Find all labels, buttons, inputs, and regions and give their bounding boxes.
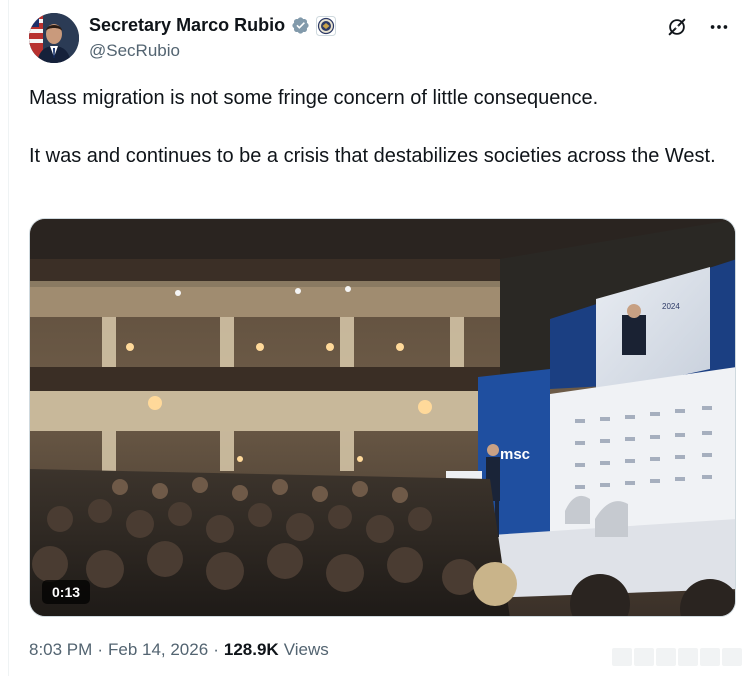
avatar-photo	[29, 13, 79, 63]
verified-badge-icon[interactable]	[291, 16, 310, 35]
author-name-row: Secretary Marco Rubio	[89, 15, 337, 36]
scrollbar-strip	[612, 648, 742, 666]
tweet-paragraph-2: It was and continues to be a crisis that…	[29, 145, 716, 167]
strip-segment	[678, 648, 698, 666]
tweet-paragraph-1: Mass migration is not some fringe concer…	[29, 87, 599, 109]
tweet-top-actions	[664, 14, 732, 40]
strip-segment	[634, 648, 654, 666]
author-avatar[interactable]	[29, 13, 79, 63]
video-thumbnail: msc 2024	[30, 219, 735, 616]
tweet-time[interactable]: 8:03 PM	[29, 640, 92, 660]
screen-label: 2024	[662, 302, 680, 311]
tweet-meta: 8:03 PM · Feb 14, 2026 · 128.9K Views	[29, 640, 329, 660]
video-player[interactable]: msc 2024 0:13	[29, 218, 736, 617]
author-display-name[interactable]: Secretary Marco Rubio	[89, 15, 285, 36]
svg-text:msc: msc	[500, 446, 530, 463]
views-label: Views	[283, 640, 329, 659]
more-options-icon[interactable]	[706, 14, 732, 40]
tweet-text: Mass migration is not some fringe concer…	[29, 84, 734, 171]
author-handle[interactable]: @SecRubio	[89, 41, 180, 61]
views-count: 128.9K	[223, 640, 279, 659]
meta-separator: ·	[97, 640, 103, 659]
video-duration-badge: 0:13	[42, 580, 91, 604]
strip-segment	[656, 648, 676, 666]
tweet-card: Secretary Marco Rubio @SecRubio Mass mig…	[8, 0, 750, 676]
state-department-seal-icon[interactable]	[316, 15, 337, 36]
meta-separator: ·	[213, 640, 219, 659]
strip-segment	[722, 648, 742, 666]
grok-icon[interactable]	[664, 14, 690, 40]
strip-segment	[612, 648, 632, 666]
tweet-date[interactable]: Feb 14, 2026	[108, 640, 208, 660]
strip-segment	[700, 648, 720, 666]
